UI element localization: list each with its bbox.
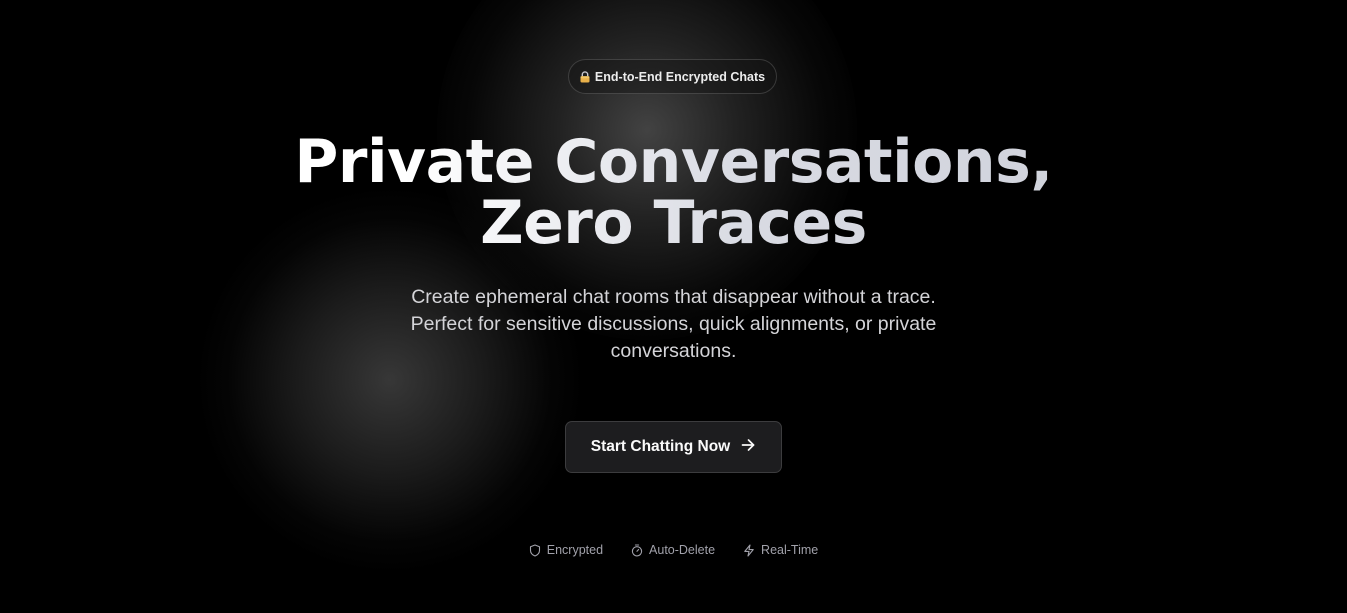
arrow-right-icon [740, 437, 756, 458]
timer-icon [631, 543, 643, 557]
hero-subtitle: Create ephemeral chat rooms that disappe… [410, 286, 937, 362]
badge-label: End-to-End Encrypted Chats [594, 69, 766, 84]
feature-list: Encrypted Auto-Delete Real-Time [0, 540, 1347, 560]
page-title: Private Conversations, Zero Traces [0, 132, 1347, 254]
shield-icon [529, 543, 541, 557]
feature-label: Real-Time [761, 543, 819, 557]
title-line-2: Zero Traces [0, 193, 1347, 254]
start-chatting-button[interactable]: Start Chatting Now [565, 421, 782, 473]
feature-auto-delete: Auto-Delete [631, 540, 715, 560]
start-chatting-label: Start Chatting Now [590, 438, 731, 455]
feature-real-time: Real-Time [743, 540, 818, 560]
encryption-badge: End-to-End Encrypted Chats [568, 59, 777, 94]
zap-icon [743, 543, 755, 557]
feature-label: Encrypted [546, 543, 604, 557]
hero-section: End-to-End Encrypted Chats Private Conve… [0, 0, 1347, 613]
title-line-1: Private Conversations, [0, 132, 1347, 193]
lock-icon [580, 70, 590, 83]
feature-encrypted: Encrypted [529, 540, 603, 560]
feature-label: Auto-Delete [649, 543, 716, 557]
